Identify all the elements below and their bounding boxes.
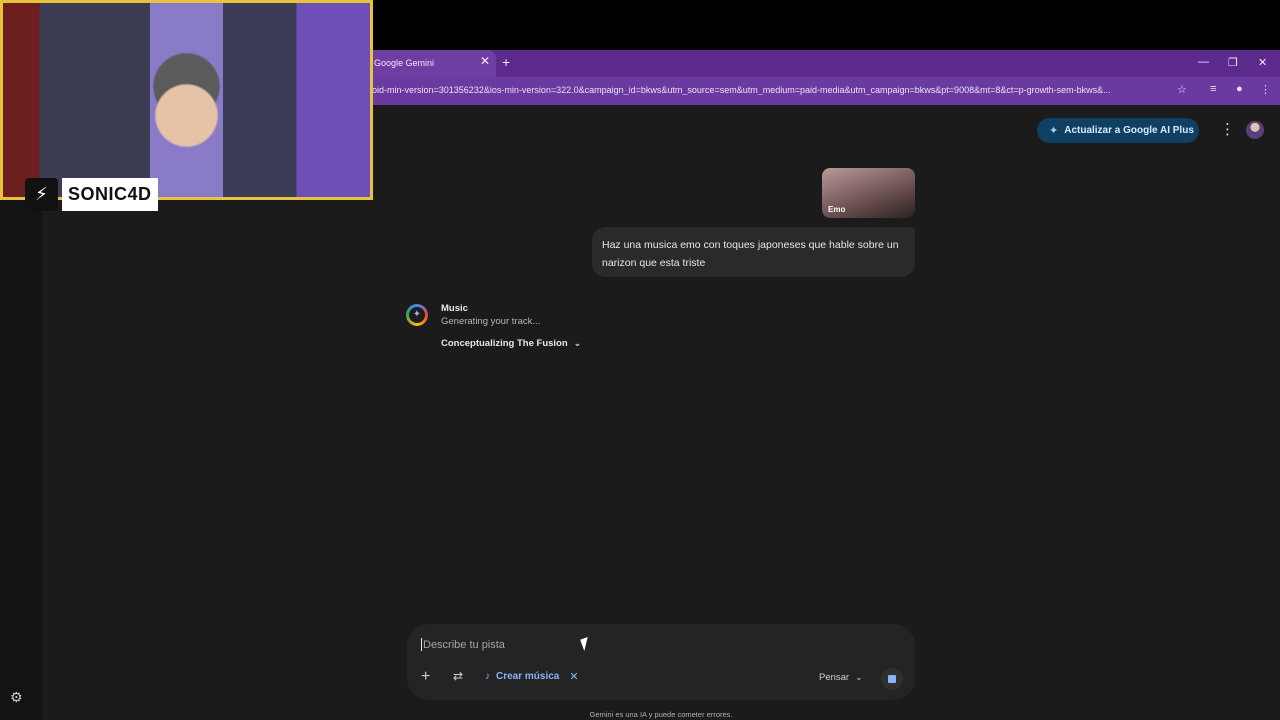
stop-generation-button[interactable]	[881, 668, 903, 690]
chip-label: Crear música	[496, 671, 560, 682]
settings-gear-icon[interactable]: ⚙	[10, 689, 23, 706]
upgrade-label: Actualizar a Google AI Plus	[1064, 125, 1194, 136]
url-text[interactable]: oid-min-version=301356232&ios-min-versio…	[372, 85, 1167, 95]
media-icon[interactable]: ≡	[1210, 83, 1216, 95]
text-caret	[421, 638, 422, 651]
add-icon[interactable]: +	[421, 668, 430, 686]
user-message: Haz una musica emo con toques japoneses …	[592, 227, 915, 277]
upgrade-button[interactable]: ✦ Actualizar a Google AI Plus	[1037, 118, 1199, 143]
lightning-logo-icon: ⚡	[25, 178, 58, 211]
window-close-icon[interactable]: ✕	[1258, 56, 1267, 69]
gemini-spark-icon	[406, 304, 428, 326]
chevron-down-icon: ⌄	[855, 672, 863, 682]
response-step-label: Conceptualizing The Fusion	[441, 338, 568, 349]
extension-icon[interactable]: ●	[1236, 83, 1243, 95]
mode-label: Pensar	[819, 672, 850, 683]
create-music-chip[interactable]: ♪ Crear música ✕	[485, 670, 579, 683]
more-icon[interactable]: ⋮	[1260, 83, 1271, 96]
response-step-toggle[interactable]: Conceptualizing The Fusion ⌄	[441, 338, 581, 349]
prompt-composer: + ⇄ ♪ Crear música ✕ Pensar ⌄	[407, 624, 915, 700]
response-title: Music	[441, 303, 468, 314]
tab-title: Google Gemini	[374, 58, 435, 68]
close-icon[interactable]: ✕	[480, 54, 490, 68]
chevron-down-icon: ⌄	[573, 338, 582, 348]
response-status: Generating your track...	[441, 316, 541, 327]
disclaimer-text: Gemini es una IA y puede cometer errores…	[589, 710, 733, 719]
mode-selector[interactable]: Pensar ⌄	[819, 672, 863, 683]
image-label: Emo	[828, 205, 846, 214]
browser-tab-gemini[interactable]: Google Gemini ✕	[360, 50, 496, 77]
more-options-icon[interactable]: ⋮	[1220, 120, 1235, 138]
webcam-feed	[3, 3, 370, 197]
minimize-icon[interactable]: —	[1198, 56, 1209, 68]
streamer-badge: ⚡ SONIC4D	[25, 178, 162, 211]
music-note-icon: ♪	[485, 671, 490, 682]
sparkle-icon: ✦	[1049, 125, 1059, 137]
streamer-name: SONIC4D	[62, 178, 158, 211]
webcam-overlay	[0, 0, 373, 200]
star-icon[interactable]: ☆	[1177, 83, 1187, 96]
plus-icon[interactable]: +	[502, 54, 510, 70]
screen: Google Gemini ✕ + — ❐ ✕ oid-min-version=…	[0, 0, 1280, 720]
remove-chip-icon[interactable]: ✕	[569, 670, 578, 683]
avatar[interactable]	[1246, 121, 1264, 139]
attached-image[interactable]: Emo	[822, 168, 915, 218]
prompt-input[interactable]	[421, 634, 885, 656]
restore-icon[interactable]: ❐	[1228, 56, 1238, 69]
tools-icon[interactable]: ⇄	[453, 669, 463, 683]
